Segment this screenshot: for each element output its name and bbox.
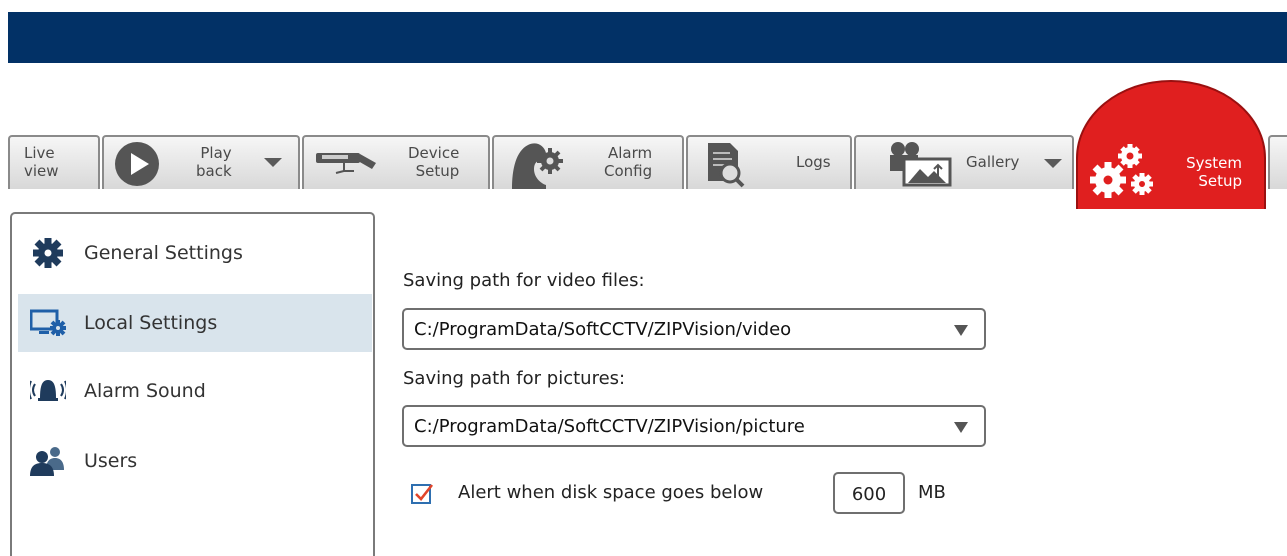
- tab-device-setup[interactable]: Device Setup: [302, 135, 490, 189]
- disk-threshold-unit: MB: [918, 482, 946, 503]
- tab-gallery-label: Gallery: [966, 153, 1020, 171]
- sidebar-item-users[interactable]: Users: [18, 432, 372, 490]
- tab-gallery[interactable]: Gallery: [854, 135, 1074, 189]
- sidebar-item-alarm-sound[interactable]: Alarm Sound: [18, 362, 372, 420]
- tab-playback[interactable]: Play back: [102, 135, 300, 189]
- sidebar-item-local-settings[interactable]: Local Settings: [18, 294, 372, 352]
- main-tab-bar: Live view Play back Device Setup Alarm C…: [0, 80, 1287, 210]
- disk-threshold-input[interactable]: 600: [833, 472, 905, 514]
- users-icon: [30, 447, 64, 476]
- tab-logs[interactable]: Logs: [686, 135, 852, 189]
- chevron-down-icon[interactable]: [264, 158, 282, 167]
- sidebar-item-label: General Settings: [84, 242, 243, 264]
- log-document-icon: [708, 143, 745, 188]
- video-path-select[interactable]: C:/ProgramData/SoftCCTV/ZIPVision/video: [402, 308, 986, 350]
- camera-icon: [316, 153, 376, 174]
- tab-playback-label-2: back: [196, 162, 232, 180]
- disk-alert-checkbox[interactable]: [411, 484, 434, 504]
- sidebar-item-label: Local Settings: [84, 312, 218, 334]
- gears-icon: [1090, 144, 1153, 198]
- tab-alarm-label-2: Config: [604, 162, 653, 180]
- sidebar-item-general-settings[interactable]: General Settings: [18, 224, 372, 282]
- monitor-gear-icon: [30, 309, 66, 336]
- tab-live-view[interactable]: Live view: [8, 135, 100, 189]
- tab-live-label-2: view: [24, 162, 59, 180]
- sidebar-item-label: Alarm Sound: [84, 380, 206, 402]
- tab-system-label-1: System: [1186, 154, 1242, 172]
- settings-sidebar: General Settings Local Settings Alarm So…: [10, 212, 375, 556]
- tab-logs-label: Logs: [796, 153, 831, 171]
- tab-system-setup[interactable]: System Setup: [1076, 80, 1266, 209]
- top-banner: [8, 12, 1287, 63]
- chevron-down-icon: [954, 325, 968, 336]
- tab-alarm-label-1: Alarm: [608, 144, 653, 162]
- play-icon: [115, 142, 159, 186]
- picture-path-select[interactable]: C:/ProgramData/SoftCCTV/ZIPVision/pictur…: [402, 405, 986, 447]
- gear-icon: [33, 238, 63, 268]
- video-path-value: C:/ProgramData/SoftCCTV/ZIPVision/video: [414, 319, 792, 340]
- tab-overflow[interactable]: [1268, 135, 1287, 189]
- chevron-down-icon: [954, 422, 968, 433]
- gallery-camera-image-icon: [890, 142, 952, 187]
- tab-live-label-1: Live: [24, 144, 55, 162]
- picture-path-label: Saving path for pictures:: [403, 368, 626, 389]
- tab-device-label-1: Device: [408, 144, 460, 162]
- picture-path-value: C:/ProgramData/SoftCCTV/ZIPVision/pictur…: [414, 416, 805, 437]
- alarm-bell-icon: [30, 380, 66, 401]
- chevron-down-icon[interactable]: [1044, 159, 1062, 168]
- tab-system-label-2: Setup: [1198, 172, 1242, 190]
- tab-device-label-2: Setup: [415, 162, 460, 180]
- sidebar-item-label: Users: [84, 450, 138, 472]
- alarm-person-gear-icon: [512, 143, 563, 189]
- checkmark-icon: [415, 484, 434, 501]
- tab-playback-label-1: Play: [200, 144, 232, 162]
- disk-alert-label: Alert when disk space goes below: [458, 482, 764, 503]
- tab-alarm-config[interactable]: Alarm Config: [492, 135, 684, 189]
- video-path-label: Saving path for video files:: [403, 270, 645, 291]
